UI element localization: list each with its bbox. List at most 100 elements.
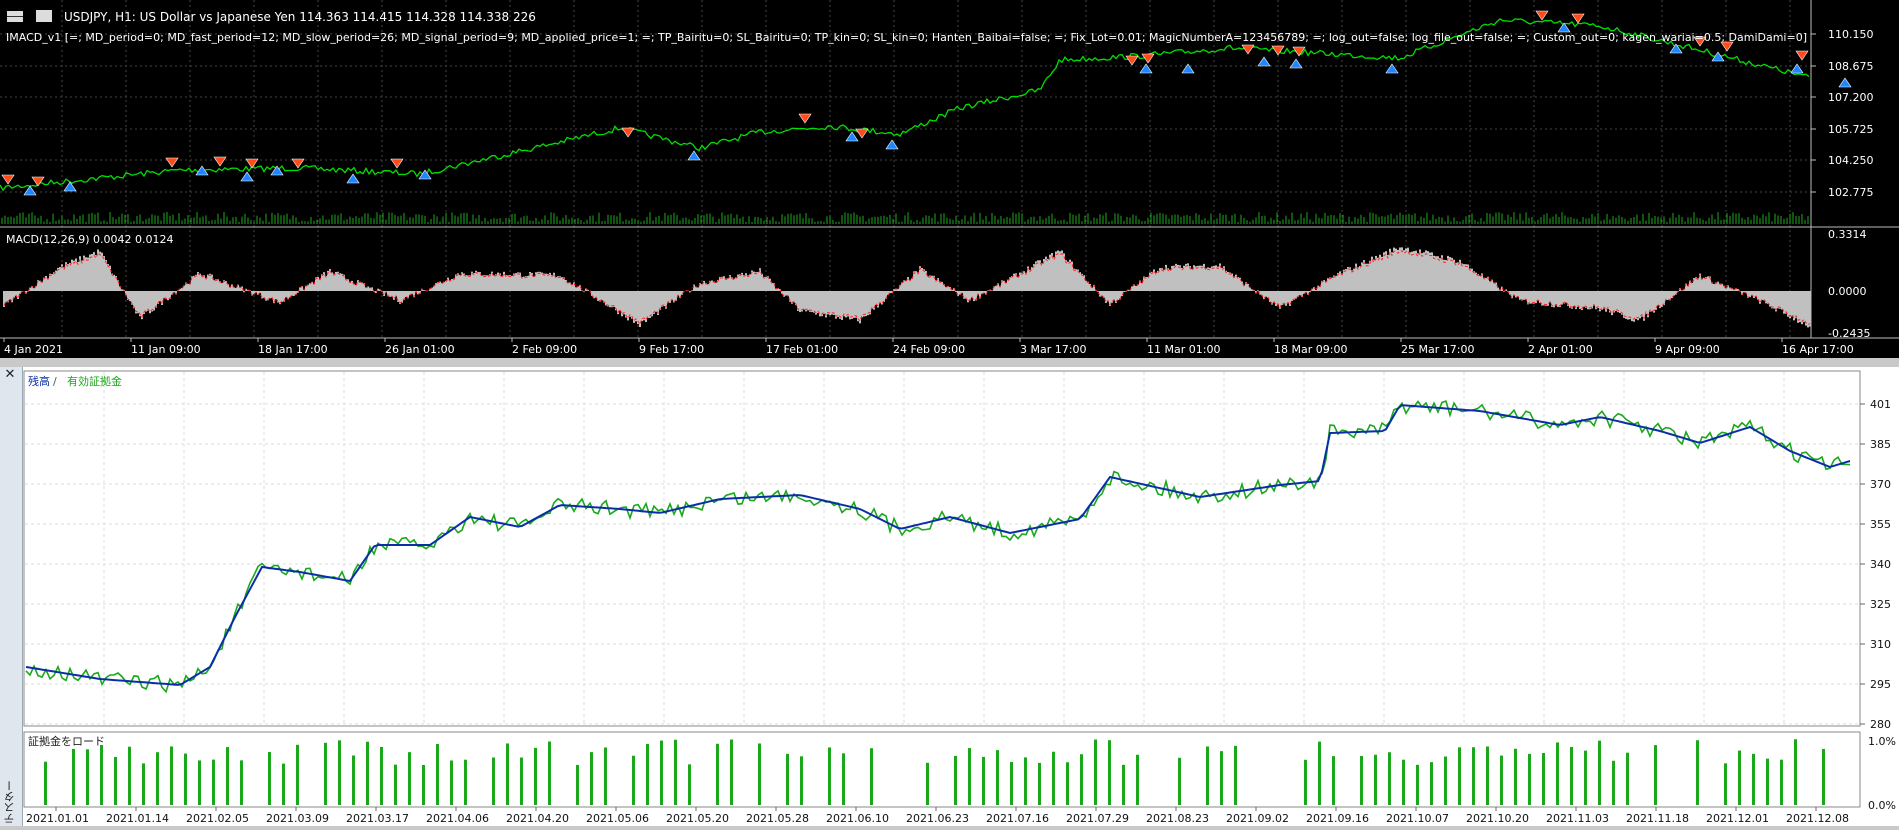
margin-load-bar (422, 764, 425, 805)
margin-load-bar (142, 763, 145, 805)
macd-axis-label: 0.0000 (1828, 285, 1867, 298)
buy-arrow-icon (1289, 58, 1303, 69)
symbol-info: USDJPY, H1: US Dollar vs Japanese Yen 11… (64, 10, 536, 24)
margin-load-bar (156, 752, 159, 805)
margin-load-bar (1612, 760, 1615, 805)
tester-graph[interactable]: 残高 / 有効証拠金 401 385 370 355 340 325 310 295 280 証… (0, 367, 1899, 826)
price-chart-canvas[interactable]: USDJPY, H1: US Dollar vs Japanese Yen 11… (0, 0, 1899, 358)
margin-load-bar (1486, 746, 1489, 805)
margin-load-bar (1500, 755, 1503, 805)
date-axis-label: 2021.03.17 (346, 812, 409, 825)
margin-load-bar (1654, 745, 1657, 805)
margin-load-bar (1178, 757, 1181, 805)
margin-load-bar (1822, 748, 1825, 805)
margin-load-bar (1024, 757, 1027, 805)
date-axis-label: 2021.11.03 (1546, 812, 1609, 825)
date-axis-label: 2021.03.09 (266, 812, 329, 825)
margin-load-bar (352, 755, 355, 805)
margin-load-bar (1234, 745, 1237, 805)
margin-load-bar (590, 752, 593, 805)
margin-load-bar (394, 764, 397, 805)
date-axis-label: 2021.07.16 (986, 812, 1049, 825)
margin-load-bar (660, 740, 663, 805)
sell-arrow-icon (213, 156, 227, 167)
margin-load-bar (506, 743, 509, 805)
margin-load-bar (86, 749, 89, 805)
date-axis-label: 2021.09.02 (1226, 812, 1289, 825)
margin-load-bar (1094, 739, 1097, 805)
margin-load-bar (1766, 758, 1769, 805)
sell-arrow-icon (31, 176, 45, 187)
price-series (0, 18, 1810, 192)
margin-load-bar (520, 757, 523, 805)
margin-load-bar (296, 744, 299, 805)
buy-arrow-icon (418, 169, 432, 180)
margin-load-bar (534, 747, 537, 805)
margin-load-bar (1010, 761, 1013, 805)
margin-load-bar (716, 743, 719, 805)
buy-arrow-icon (1385, 63, 1399, 74)
price-chart-window[interactable]: USDJPY, H1: US Dollar vs Japanese Yen 11… (0, 0, 1899, 358)
price-axis-label: 110.150 (1828, 28, 1874, 41)
buy-arrow-icon (1838, 77, 1852, 88)
margin-load-bar (1066, 762, 1069, 805)
sell-arrow-icon (1535, 10, 1549, 21)
margin-load-bar (1542, 752, 1545, 805)
date-axis-label: 2021.04.20 (506, 812, 569, 825)
time-axis-label: 24 Feb 09:00 (893, 343, 965, 356)
margin-load-bar (1388, 752, 1391, 805)
price-axis-label: 107.200 (1828, 91, 1874, 104)
margin-load-bar (1402, 759, 1405, 805)
margin-load-bar (1626, 752, 1629, 805)
margin-load-bar (436, 744, 439, 805)
buy-arrow-icon (687, 150, 701, 161)
margin-load-bar (730, 739, 733, 805)
date-axis-label: 2021.07.29 (1066, 812, 1129, 825)
margin-load-bar (954, 755, 957, 805)
margin-load-bar (72, 748, 75, 805)
ea-running-icon[interactable] (36, 10, 52, 22)
buy-arrow-icon (1181, 63, 1195, 74)
time-axis-label: 17 Feb 01:00 (766, 343, 838, 356)
margin-load-bar (1570, 747, 1573, 805)
date-axis-label: 2021.06.10 (826, 812, 889, 825)
margin-load-bar (1752, 753, 1755, 805)
time-axis-label: 26 Jan 01:00 (385, 343, 455, 356)
margin-load-bar (996, 750, 999, 805)
margin-load-bar (184, 753, 187, 805)
date-axis-label: 2021.01.01 (26, 812, 89, 825)
time-axis-label: 11 Jan 09:00 (131, 343, 201, 356)
ea-parameters: IMACD_v1 [=; MD_period=0; MD_fast_period… (6, 31, 1807, 44)
margin-load-bar (1584, 750, 1587, 805)
margin-load-bar (324, 742, 327, 805)
margin-load-bar (198, 760, 201, 805)
time-axis-label: 25 Mar 17:00 (1401, 343, 1474, 356)
buy-arrow-icon (1257, 56, 1271, 67)
margin-load-bar (1080, 754, 1083, 805)
margin-load-bar (968, 748, 971, 805)
margin-load-bar (128, 746, 131, 805)
close-icon[interactable]: ✕ (3, 368, 17, 382)
margin-load-bar (1136, 754, 1139, 805)
margin-load-bar (1038, 762, 1041, 805)
sell-arrow-icon (390, 158, 404, 169)
margin-load-bar (758, 743, 761, 805)
margin-load-bar (674, 739, 677, 805)
load-axis-label: 0.0% (1868, 799, 1896, 812)
margin-load-bar (380, 746, 383, 805)
buy-arrow-icon (346, 173, 360, 184)
date-axis-label: 2021.05.28 (746, 812, 809, 825)
date-axis-label: 2021.09.16 (1306, 812, 1369, 825)
margin-load-bar (1332, 756, 1335, 805)
margin-load-bar (1444, 756, 1447, 805)
margin-load-bar (828, 747, 831, 805)
margin-load-bar (646, 743, 649, 805)
balance-axis-label: 385 (1870, 438, 1891, 451)
margin-load-bar (926, 762, 929, 805)
date-axis-label: 2021.10.20 (1466, 812, 1529, 825)
balance-axis-label: 280 (1870, 718, 1891, 731)
margin-load-bar (170, 746, 173, 805)
sell-arrow-icon (291, 158, 305, 169)
time-axis-label: 2 Apr 01:00 (1528, 343, 1593, 356)
date-axis-label: 2021.12.01 (1706, 812, 1769, 825)
